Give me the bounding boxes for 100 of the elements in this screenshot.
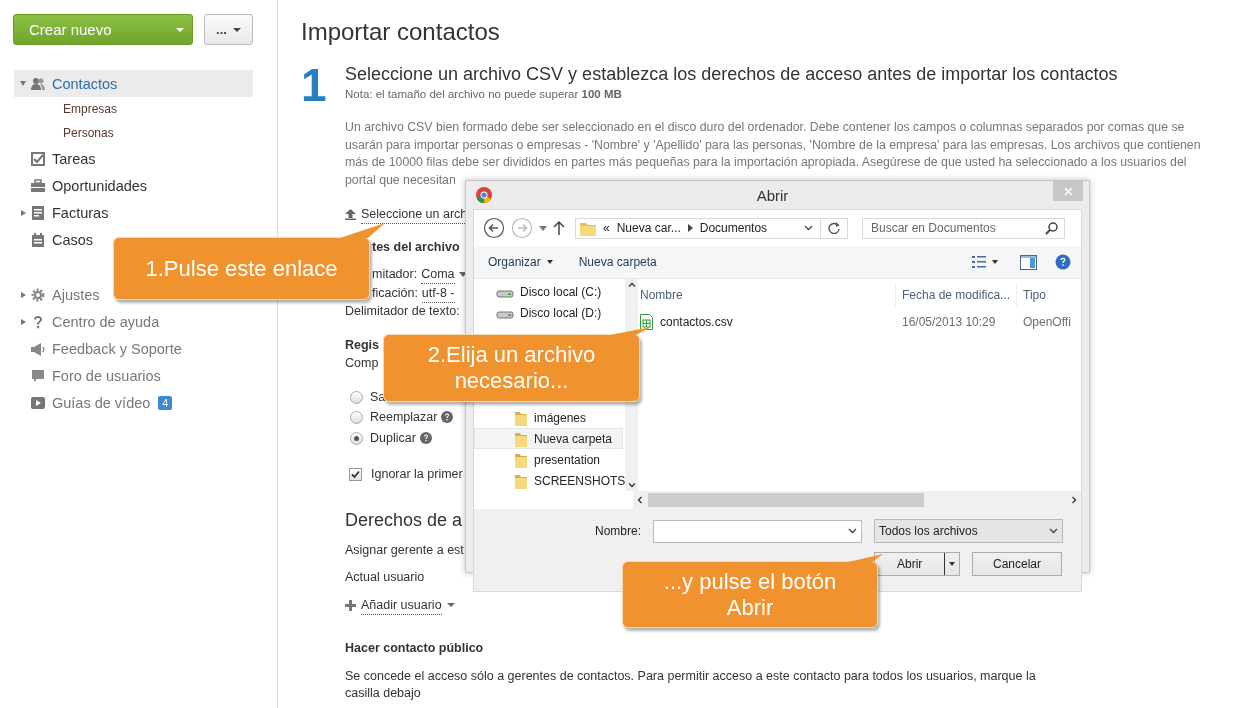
option-label: Duplicar [370,430,416,447]
sidebar-item[interactable]: Facturas [14,199,113,226]
help-icon [1055,254,1071,270]
briefcase-icon [31,178,45,193]
file-type: OpenOffi [1022,315,1072,329]
add-user-link[interactable]: Añadir usuario [361,595,442,615]
plus-icon [345,599,356,611]
dialog-title: Abrir [755,186,790,204]
section-text: Comp [345,355,379,372]
sidebar-item[interactable]: Oportunidades [14,172,152,199]
folder-icon [514,430,528,447]
question-icon [31,314,45,329]
sidebar-item[interactable]: Ajustes [14,281,104,308]
address-bar[interactable]: « Nueva car... Documentos [575,217,848,239]
sidebar-item[interactable]: Guías de vídeo 4 [14,389,177,416]
caret-icon [539,225,547,231]
close-button[interactable] [1053,181,1083,201]
callout-pointer [610,327,652,335]
folder-icon [514,451,528,468]
folder-tree-item[interactable]: Disco local (D:) [474,302,626,323]
section-heading: Hacer contacto público [345,640,484,657]
file-type-dropdown[interactable]: Todos los archivos [874,519,1063,543]
folder-icon [514,472,528,489]
folder-tree-item[interactable]: presentation [474,449,626,470]
sidebar-item[interactable]: Feedback y Soporte [14,335,186,362]
sidebar-subitem[interactable]: Empresas [0,97,277,121]
file-name-field[interactable] [653,519,862,543]
section-heading: Derechos de a [345,509,463,532]
play-icon [31,395,45,410]
option-label: Sa [370,389,386,406]
new-folder-button[interactable]: Nueva carpeta [574,253,661,271]
file-date: 16/05/2013 10:29 [901,315,997,329]
callout: 1.Pulse este enlace [113,237,370,300]
checkbox[interactable] [349,467,362,481]
sidebar-item[interactable]: Contactos [14,70,253,97]
sidebar-item[interactable]: Casos [14,226,98,253]
folder-tree-item[interactable]: Nueva carpeta [474,428,624,449]
dropdown-link[interactable]: Coma [421,264,455,284]
radio-button[interactable] [350,431,363,445]
section-text: Asignar gerente a est [345,542,464,559]
sidebar-item[interactable]: Centro de ayuda [14,308,164,335]
file-name: contactos.csv [660,315,733,329]
chevron-icon [687,224,693,232]
folder-tree-item[interactable]: Disco local (C:) [474,281,626,302]
callout-pointer [848,554,884,562]
calendar-icon [31,232,45,247]
close-icon [1063,186,1073,196]
up-icon [553,221,565,235]
folder-tree-item[interactable]: imágenes [474,407,626,428]
scroll-left-icon [637,496,642,504]
checkbox-label: Ignorar la primer [371,466,463,483]
column-header[interactable]: Fecha de modifica... [896,283,1017,307]
folder-icon [514,409,528,426]
search-icon [1045,221,1058,235]
radio-button[interactable] [350,410,363,424]
field-label: Nombre: [595,524,641,538]
gear-icon [31,287,45,302]
scroll-right-icon [1072,496,1077,504]
column-header[interactable]: Tipo [1017,283,1081,307]
dropdown-link[interactable]: utf-8 - [421,283,455,303]
breadcrumb-item[interactable]: « [603,221,610,235]
radio-button[interactable] [350,390,363,404]
browser-logo-icon [476,187,492,203]
sidebar-subitem[interactable]: Personas [0,121,277,145]
callout-pointer [340,223,386,238]
search-field[interactable]: Buscar en Documentos [862,217,1065,239]
back-icon [483,217,505,239]
section-heading: tes del archivo [372,239,460,256]
more-button[interactable]: ... [204,14,253,45]
organize-menu[interactable]: Organizar [484,253,557,271]
folder-icon [580,220,596,236]
section-text: Actual usuario [345,569,425,586]
scrollbar-thumb[interactable] [648,493,924,507]
cancel-button[interactable]: Cancelar [972,552,1062,576]
forward-icon [511,217,533,239]
column-header[interactable]: Nombre [634,283,896,307]
breadcrumb-item[interactable]: Documentos [699,221,768,235]
scroll-down-icon [627,483,636,488]
step-number: 1 [301,65,328,105]
chevron-down-icon [804,225,813,231]
spreadsheet-icon [640,314,653,330]
sidebar-item[interactable]: Foro de usuarios [14,362,165,389]
file-row[interactable]: contactos.csv 16/05/2013 10:29 OpenOffi [634,311,1081,333]
caret-icon [446,603,455,607]
refresh-icon [828,222,840,234]
field-label: mitador: [372,266,418,283]
callout: ...y pulse el botón Abrir [622,561,878,628]
open-button[interactable]: Abrir [874,552,960,576]
section-heading: Regis [345,337,380,354]
option-label: Reemplazar [370,409,438,426]
breadcrumb-item[interactable]: Nueva car... [616,221,681,235]
folder-tree-item[interactable]: SCREENSHOTS [474,470,626,491]
megaphone-icon [31,341,45,356]
size-note: Nota: el tamaño del archivo no puede superar 100 MB [345,87,622,102]
section-text: Se concede el acceso sólo a gerentes de contactos. Para permitir acceso a este contacto para todos los usuarios, marque la casilla debajo [345,668,1037,702]
step-heading: Seleccione un archivo CSV y establezca los derechos de acceso antes de importar los contactos [345,65,1118,83]
upload-icon [345,208,356,220]
sidebar-item[interactable]: Tareas [14,145,100,172]
document-icon [31,205,45,220]
field-label: Delimitador de texto: [345,303,460,320]
